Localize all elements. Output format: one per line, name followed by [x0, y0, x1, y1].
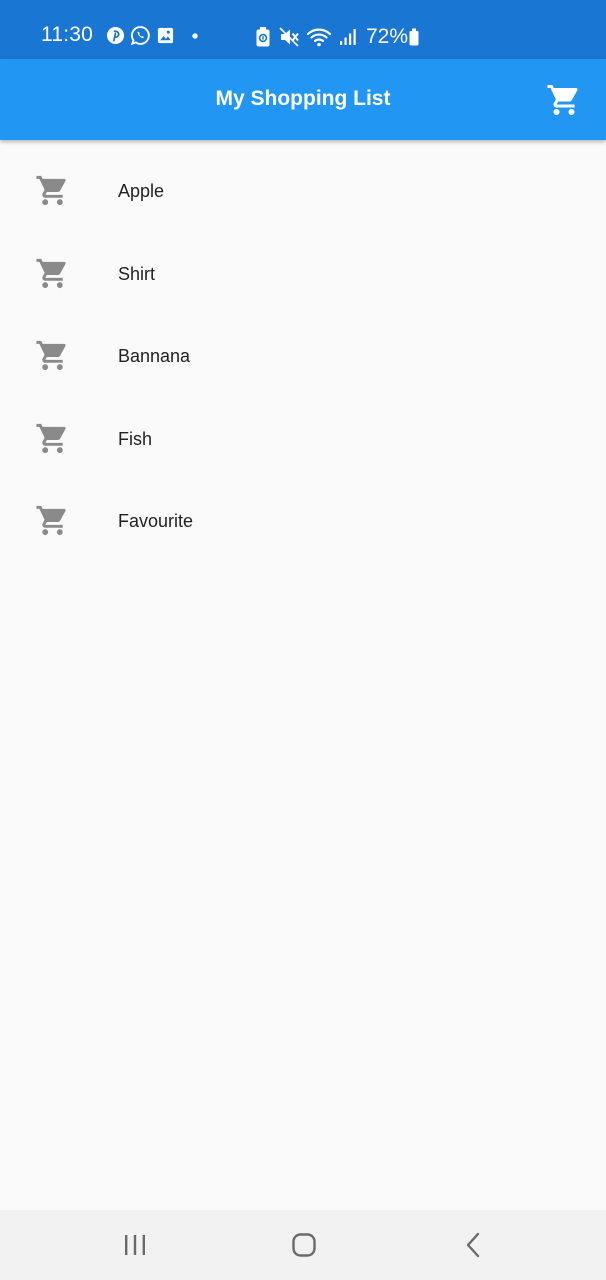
shopping-cart-icon — [36, 175, 66, 206]
recent-apps-icon — [125, 1235, 145, 1255]
home-icon — [292, 1233, 316, 1257]
back-button[interactable] — [458, 1230, 488, 1260]
list-item-label: Favourite — [118, 511, 194, 531]
home-button[interactable] — [289, 1230, 319, 1260]
back-icon — [466, 1232, 480, 1258]
navigation-bar — [0, 1210, 606, 1280]
shopping-list: Apple Shirt Bannana Fish Favourite — [0, 140, 606, 566]
mute-icon — [279, 27, 299, 47]
shopping-cart-icon — [36, 423, 66, 453]
gallery-icon — [157, 27, 174, 44]
pinterest-icon — [106, 26, 125, 45]
shopping-cart-icon — [36, 505, 66, 536]
list-item-label: Fish — [118, 428, 153, 449]
shopping-cart-icon — [36, 258, 66, 288]
status-bar: 11:30 72% — [0, 0, 606, 59]
page-title: My Shopping List — [215, 87, 391, 110]
list-item[interactable]: Apple — [0, 153, 606, 236]
battery-percentage: 72% — [366, 25, 409, 48]
battery-saver-icon — [256, 27, 270, 47]
list-item[interactable]: Shirt — [0, 236, 606, 319]
list-item-label: Bannana — [118, 346, 191, 366]
list-item[interactable]: Favourite — [0, 483, 606, 566]
cart-action-button[interactable] — [546, 82, 582, 118]
status-system-icons: 72% — [254, 24, 420, 50]
recent-apps-button[interactable] — [120, 1230, 150, 1260]
list-item[interactable]: Fish — [0, 401, 606, 484]
battery-icon — [409, 28, 419, 46]
wifi-icon — [306, 28, 332, 47]
list-item-label: Apple — [118, 181, 165, 201]
signal-icon — [340, 29, 356, 45]
shopping-cart-icon — [36, 340, 66, 371]
list-item[interactable]: Bannana — [0, 318, 606, 401]
status-notification-icons — [106, 25, 204, 46]
app-bar: My Shopping List — [0, 59, 606, 140]
status-time: 11:30 — [41, 23, 93, 46]
shopping-cart-icon — [547, 85, 578, 115]
notification-dot-icon — [192, 32, 198, 39]
list-item-label: Shirt — [118, 263, 156, 284]
whatsapp-icon — [130, 26, 150, 46]
